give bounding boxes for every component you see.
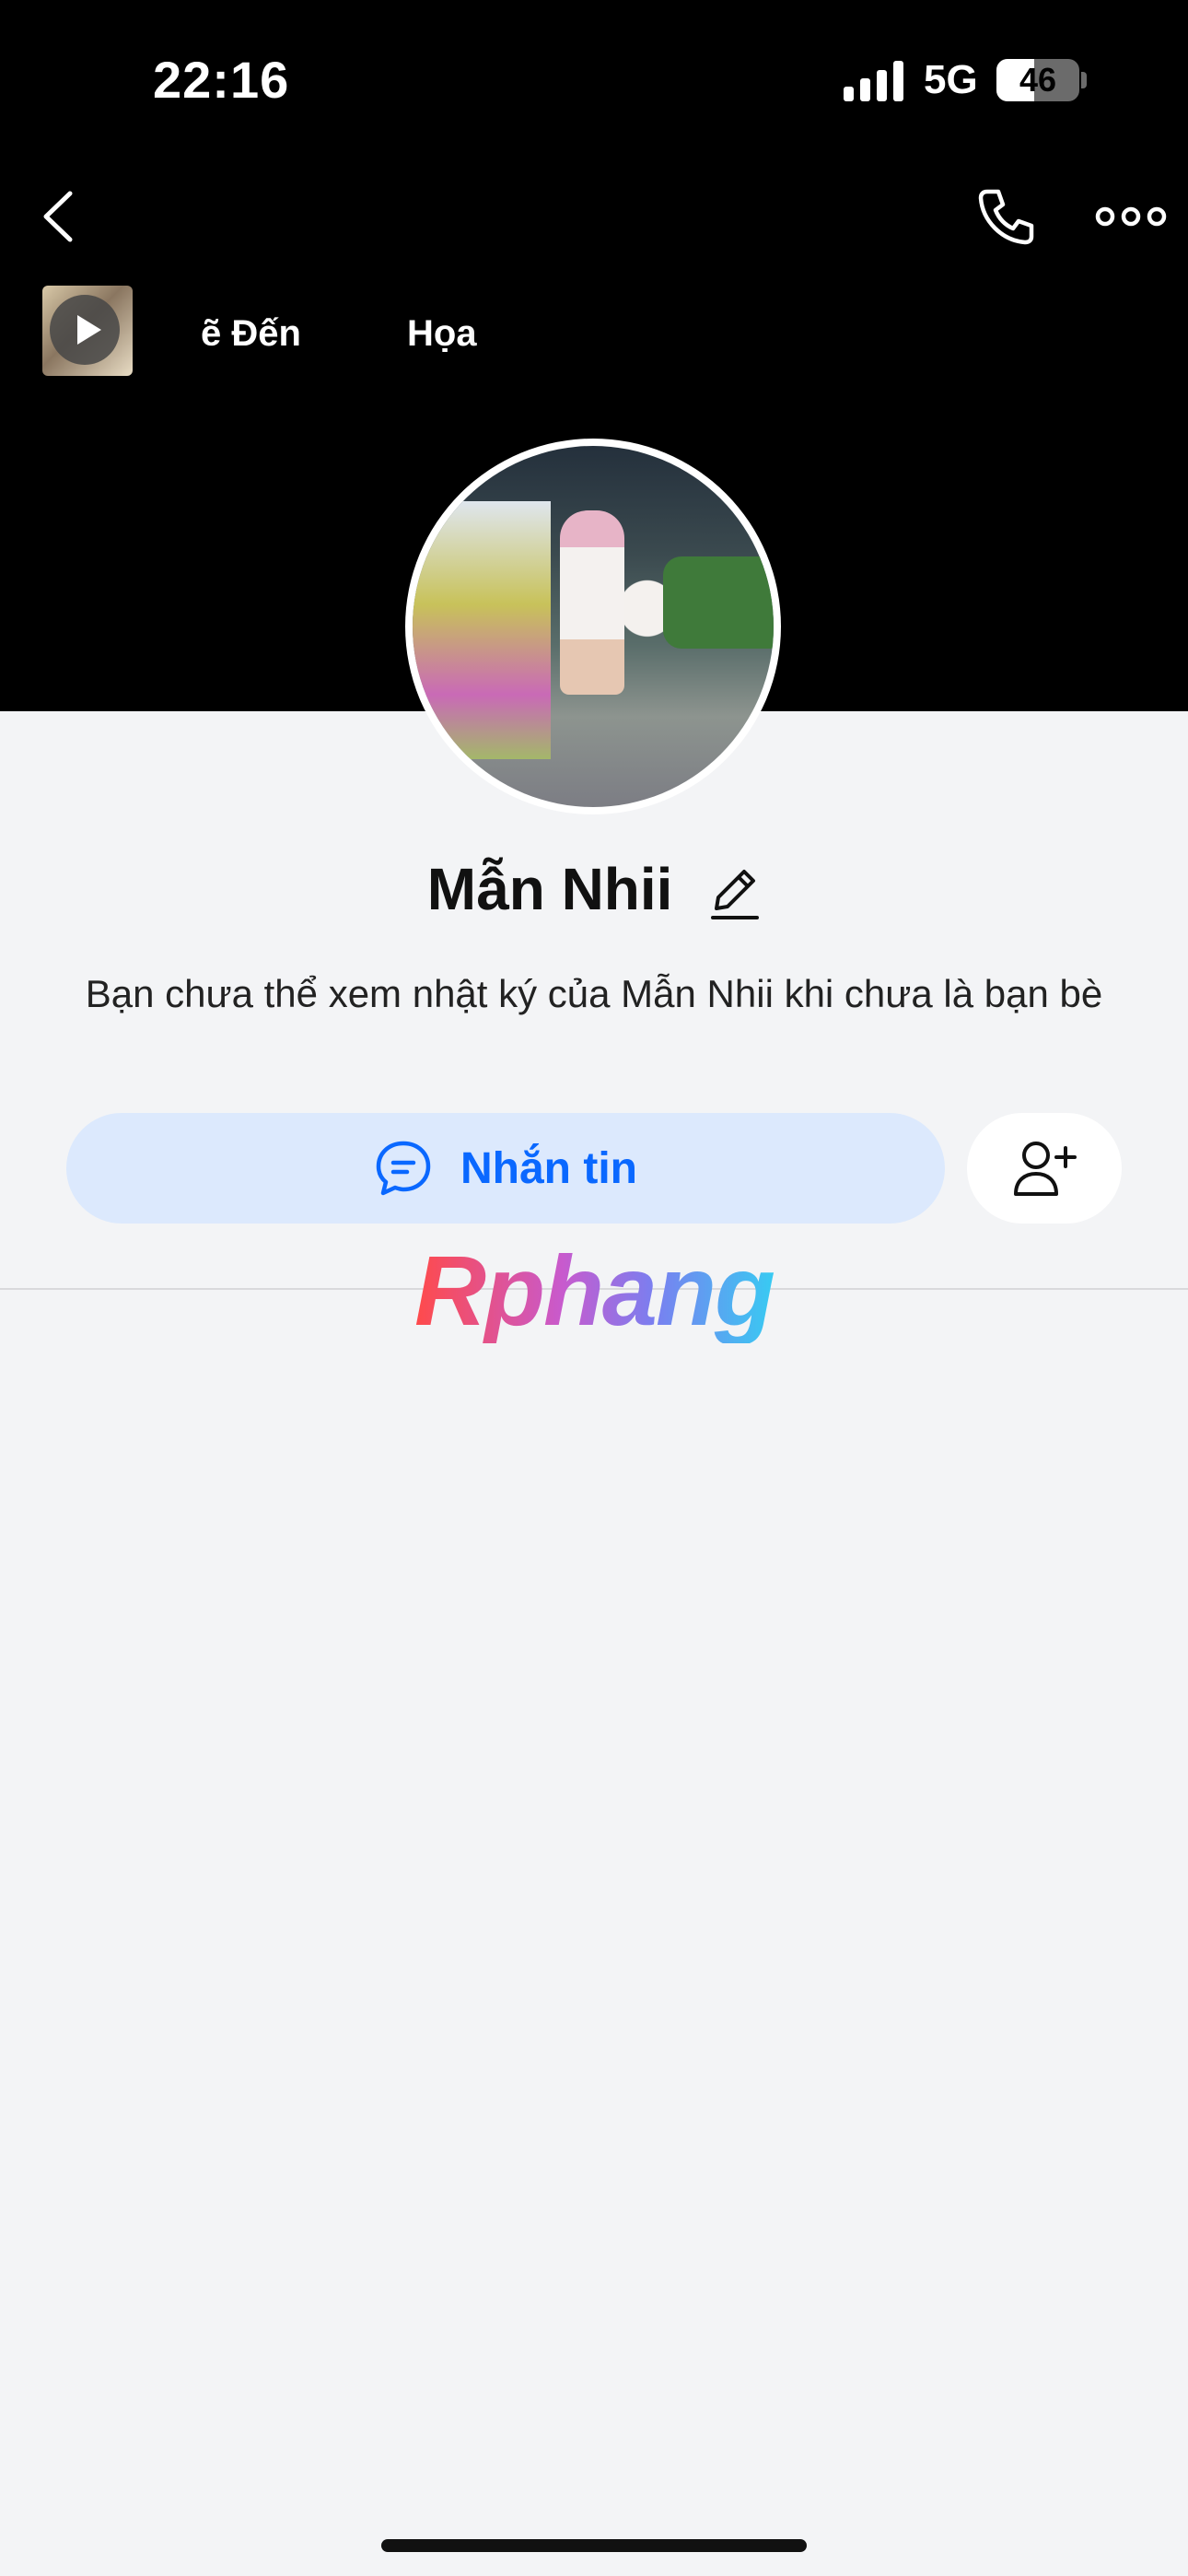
marquee-fade-right	[470, 308, 525, 359]
photo-grass	[663, 556, 774, 649]
battery-tip	[1081, 72, 1087, 88]
profile-name: Mẫn Nhii	[426, 856, 673, 922]
status-time: 22:16	[153, 51, 290, 109]
more-options-button[interactable]	[1094, 193, 1168, 240]
back-button[interactable]	[33, 184, 88, 249]
home-indicator[interactable]	[381, 2539, 807, 2552]
message-button[interactable]: Nhắn tin	[66, 1113, 945, 1224]
back-icon	[43, 191, 73, 242]
phone-icon	[978, 189, 1034, 245]
battery-icon: 46	[996, 59, 1079, 101]
music-track-title: ẽ Đến Họa	[157, 308, 525, 359]
music-track-text-1: ẽ Đến	[201, 313, 301, 354]
status-bar: 22:16 5G 46	[0, 0, 1188, 157]
edit-name-button[interactable]	[709, 866, 761, 921]
private-diary-notice: Bạn chưa thể xem nhật ký của Mẫn Nhii kh…	[85, 972, 1103, 1015]
profile-name-row: Mẫn Nhii	[0, 855, 1188, 923]
music-thumbnail[interactable]	[42, 286, 133, 376]
call-button[interactable]	[974, 184, 1039, 249]
add-user-icon	[1014, 1142, 1077, 1196]
photo-person	[560, 510, 624, 695]
avatar-photo	[413, 446, 774, 807]
pencil-icon	[711, 870, 760, 920]
watermark-logo: Rphang	[414, 1233, 783, 1346]
play-icon	[77, 315, 101, 345]
signal-icon	[844, 61, 903, 101]
battery-level: 46	[1019, 61, 1057, 99]
message-button-label: Nhắn tin	[460, 1143, 637, 1193]
photo-stall	[413, 501, 551, 759]
avatar[interactable]	[405, 439, 781, 814]
music-track-text-2: Họa	[407, 313, 477, 354]
more-icon	[1095, 206, 1167, 227]
add-friend-button[interactable]	[967, 1113, 1122, 1224]
network-type: 5G	[924, 57, 978, 102]
profile-music[interactable]: ẽ Đến Họa	[42, 286, 540, 378]
marquee-fade-left	[157, 308, 203, 359]
chat-bubble-icon	[376, 1141, 431, 1196]
